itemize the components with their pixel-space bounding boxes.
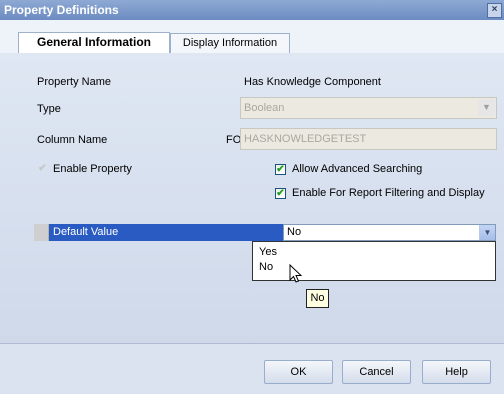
- default-value-row: Default Value No ▼: [34, 224, 496, 241]
- tooltip: No: [306, 289, 329, 308]
- tab-strip: General Information Display Information: [0, 20, 504, 54]
- type-label: Type: [37, 103, 61, 115]
- column-name-value: HASKNOWLEDGETEST: [244, 133, 367, 145]
- enable-report-filtering-label: Enable For Report Filtering and Display: [292, 187, 485, 199]
- chevron-down-icon: ▼: [478, 99, 495, 116]
- type-select: Boolean ▼: [240, 97, 497, 119]
- dropdown-option-yes[interactable]: Yes: [259, 246, 277, 258]
- title-bar: Property Definitions ×: [0, 0, 504, 20]
- column-name-prefix: FO: [226, 134, 242, 146]
- cancel-button[interactable]: Cancel: [342, 360, 411, 384]
- default-value-label: Default Value: [49, 224, 283, 241]
- property-name-label: Property Name: [37, 76, 111, 88]
- allow-advanced-searching-checkbox[interactable]: ✔: [275, 164, 286, 175]
- column-name-label: Column Name: [37, 134, 108, 146]
- help-button[interactable]: Help: [422, 360, 491, 384]
- type-value: Boolean: [244, 102, 285, 114]
- tab-general-information[interactable]: General Information: [18, 32, 170, 54]
- row-gutter: [34, 224, 49, 241]
- allow-advanced-searching-label: Allow Advanced Searching: [292, 163, 423, 175]
- mouse-pointer-icon: [289, 264, 303, 283]
- dropdown-option-no[interactable]: No: [259, 261, 273, 273]
- column-name-field: HASKNOWLEDGETEST: [240, 128, 497, 150]
- enable-property-label: Enable Property: [53, 163, 132, 175]
- close-icon[interactable]: ×: [487, 3, 502, 18]
- property-name-value: Has Knowledge Component: [244, 76, 381, 88]
- ok-button[interactable]: OK: [264, 360, 333, 384]
- chevron-down-icon[interactable]: ▼: [479, 225, 495, 240]
- enable-report-filtering-checkbox[interactable]: ✔: [275, 188, 286, 199]
- window-title: Property Definitions: [4, 3, 119, 17]
- enable-property-checkbox: ✔: [38, 163, 47, 174]
- default-value-selected: No: [287, 226, 302, 238]
- tab-display-information[interactable]: Display Information: [170, 33, 290, 53]
- default-value-select[interactable]: No ▼: [283, 224, 496, 241]
- dialog-footer: OK Cancel Help: [0, 343, 504, 394]
